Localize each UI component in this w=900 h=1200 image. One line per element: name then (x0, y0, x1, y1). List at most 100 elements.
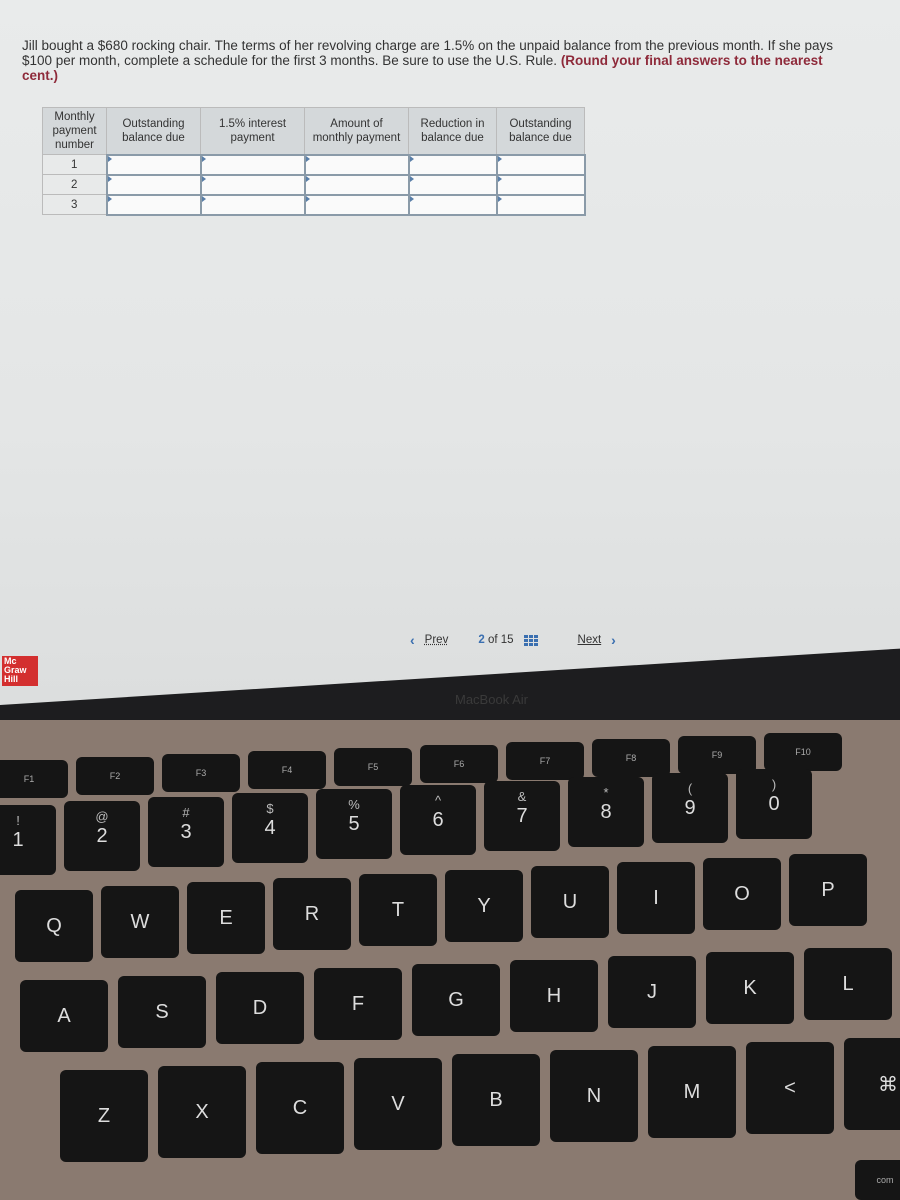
answer-input[interactable] (199, 173, 306, 196)
key-label: E (219, 906, 233, 929)
key-q[interactable]: Q (15, 890, 93, 962)
key-d[interactable]: D (216, 972, 304, 1044)
key-f1[interactable]: F1 (0, 760, 68, 798)
answer-input[interactable] (495, 153, 586, 176)
key-4[interactable]: $4 (232, 793, 308, 863)
answer-input[interactable] (105, 173, 202, 196)
key-label: F4 (281, 765, 293, 775)
key-f2[interactable]: F2 (76, 757, 154, 795)
key-1[interactable]: ! 1 (0, 805, 56, 875)
key-5[interactable]: % 5 (316, 789, 392, 859)
header-monthly-payment: Amount of monthly payment (304, 107, 409, 155)
answer-input[interactable] (303, 173, 410, 196)
key-3[interactable]: #3 (148, 797, 224, 867)
key-label: M (683, 1080, 701, 1103)
key-c[interactable]: C (256, 1062, 344, 1154)
key-command[interactable]: ⌘ (844, 1038, 900, 1130)
key-label: S (155, 1000, 169, 1023)
key-label: F10 (795, 747, 811, 757)
key-y[interactable]: Y (445, 870, 523, 942)
key-label: G (448, 988, 464, 1011)
key-f7[interactable]: F7 (506, 742, 584, 780)
key-f4[interactable]: F4 (248, 751, 326, 789)
key-label: Y (477, 894, 491, 917)
key-label: 6 (432, 808, 444, 831)
key-l[interactable]: L (804, 948, 892, 1020)
answer-input[interactable] (199, 153, 306, 176)
key-shift-symbol: & (517, 789, 527, 804)
key-v[interactable]: V (354, 1058, 442, 1150)
key-9[interactable]: (9 (652, 773, 728, 843)
browser-screen: Jill bought a $680 rocking chair. The te… (0, 0, 900, 705)
key-6[interactable]: ^ 6 (400, 785, 476, 855)
key-shift-symbol: $ (266, 801, 274, 816)
key-label: 2 (96, 824, 108, 847)
key-f8[interactable]: F8 (592, 739, 670, 777)
key-label: H (546, 984, 562, 1007)
key-o[interactable]: O (703, 858, 781, 930)
key-f10[interactable]: F10 (764, 733, 842, 771)
answer-input[interactable] (105, 153, 202, 176)
answer-input[interactable] (495, 173, 586, 196)
key-label: F5 (367, 762, 379, 772)
answer-input[interactable] (407, 193, 498, 216)
table-row: 3 (42, 193, 586, 216)
key-j[interactable]: J (608, 956, 696, 1028)
key-label: 7 (516, 804, 528, 827)
prev-chevron-icon[interactable]: ‹ (410, 632, 415, 648)
next-chevron-icon[interactable]: › (611, 632, 616, 648)
key-z[interactable]: Z (60, 1070, 148, 1162)
key-f3[interactable]: F3 (162, 754, 240, 792)
key-e[interactable]: E (187, 882, 265, 954)
key-label: R (304, 902, 320, 925)
key-p[interactable]: P (789, 854, 867, 926)
key-t[interactable]: T (359, 874, 437, 946)
key-command-right[interactable]: com (855, 1160, 900, 1200)
key-x[interactable]: X (158, 1066, 246, 1158)
key-w[interactable]: W (101, 886, 179, 958)
key-s[interactable]: S (118, 976, 206, 1048)
answer-input[interactable] (303, 193, 410, 216)
key-2[interactable]: @2 (64, 801, 140, 871)
key-<[interactable]: < (746, 1042, 834, 1134)
answer-input[interactable] (199, 193, 306, 216)
answer-input[interactable] (407, 173, 498, 196)
key-label: U (562, 890, 578, 913)
key-label: com (876, 1175, 894, 1185)
key-g[interactable]: G (412, 964, 500, 1036)
answer-input[interactable] (303, 153, 410, 176)
key-7[interactable]: & 7 (484, 781, 560, 851)
key-n[interactable]: N (550, 1050, 638, 1142)
key-label: F1 (23, 774, 35, 784)
key-f5[interactable]: F5 (334, 748, 412, 786)
answer-input[interactable] (495, 193, 586, 216)
header-payment-number: Monthly payment number (42, 107, 107, 155)
answer-input[interactable] (105, 193, 202, 216)
key-0[interactable]: ) 0 (736, 769, 812, 839)
key-u[interactable]: U (531, 866, 609, 938)
key-b[interactable]: B (452, 1054, 540, 1146)
key-f6[interactable]: F6 (420, 745, 498, 783)
key-k[interactable]: K (706, 952, 794, 1024)
header-ending-balance: Outstanding balance due (496, 107, 585, 155)
key-label: A (57, 1004, 71, 1027)
prev-button[interactable]: Prev (425, 634, 449, 646)
key-m[interactable]: M (648, 1046, 736, 1138)
key-shift-symbol: ! (16, 813, 20, 828)
key-h[interactable]: H (510, 960, 598, 1032)
key-r[interactable]: R (273, 878, 351, 950)
mcgraw-hill-logo: Mc Graw Hill (2, 656, 38, 686)
key-i[interactable]: I (617, 862, 695, 934)
question-total: of 15 (487, 634, 514, 646)
answer-input[interactable] (407, 153, 498, 176)
key-label: T (391, 898, 405, 921)
key-a[interactable]: A (20, 980, 108, 1052)
next-button[interactable]: Next (578, 634, 602, 646)
grid-icon[interactable] (523, 634, 538, 646)
key-8[interactable]: * 8 (568, 777, 644, 847)
key-label: 3 (180, 820, 192, 843)
key-f[interactable]: F (314, 968, 402, 1040)
key-label: < (784, 1076, 796, 1099)
key-label: ⌘ (878, 1073, 898, 1096)
payment-number: 2 (42, 174, 107, 195)
